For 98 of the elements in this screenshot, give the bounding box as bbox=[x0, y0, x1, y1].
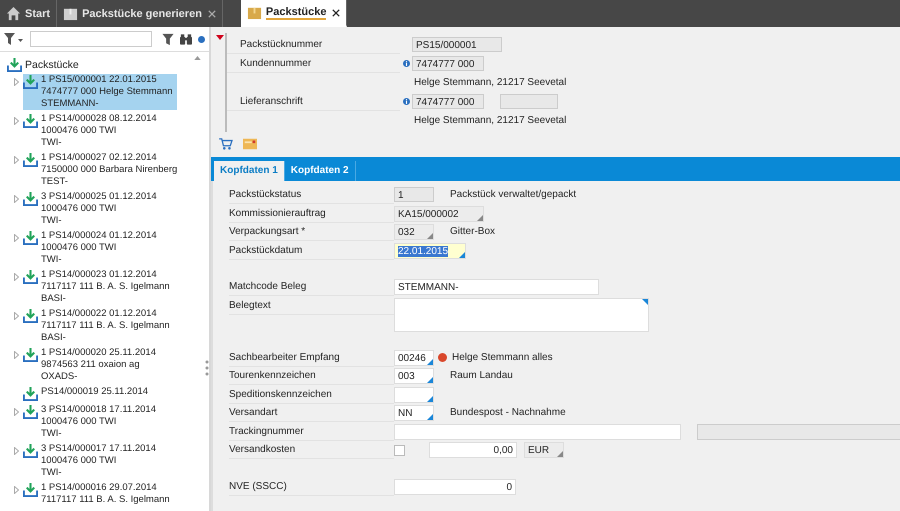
readonly-field: 1 bbox=[394, 187, 434, 202]
text-area[interactable] bbox=[394, 298, 649, 332]
address-text: Helge Stemmann, 21217 Seevetal bbox=[414, 115, 566, 126]
download-tray-icon bbox=[23, 443, 38, 458]
expand-icon[interactable] bbox=[14, 447, 19, 455]
filter-icon[interactable] bbox=[162, 32, 174, 46]
tree-item[interactable]: 1 PS14/000028 08.12.2014 1000476 000 TWI TWI- bbox=[23, 113, 177, 149]
field-label: Matchcode Beleg bbox=[229, 279, 394, 296]
text-field[interactable] bbox=[394, 424, 681, 440]
readonly-field: 7474777 000 bbox=[412, 94, 484, 109]
download-tray-icon bbox=[23, 269, 38, 284]
description-text: Gitter-Box bbox=[449, 225, 496, 239]
field-label: Packstückstatus bbox=[229, 187, 394, 204]
tree-root-label[interactable]: Packstücke bbox=[25, 58, 79, 70]
readonly-field bbox=[500, 94, 558, 109]
checkbox[interactable] bbox=[394, 445, 405, 456]
status-dot bbox=[198, 36, 205, 42]
description-text: Raum Landau bbox=[449, 369, 513, 383]
description-text: Packstück verwaltet/gepackt bbox=[449, 188, 576, 202]
field-label: Versandart bbox=[229, 405, 394, 422]
dropdown-field[interactable]: KA15/000002 bbox=[394, 206, 484, 222]
download-tray-icon bbox=[23, 404, 38, 419]
download-tray-icon bbox=[7, 57, 22, 72]
tree-item[interactable]: 3 PS14/000025 01.12.2014 1000476 000 TWI TWI- bbox=[23, 191, 177, 227]
lookup-field[interactable] bbox=[394, 386, 434, 402]
filter-dropdown-icon[interactable] bbox=[4, 32, 24, 46]
tree-item[interactable]: 1 PS14/000016 29.07.2014 7117117 111 B. A. S. Igelmann bbox=[23, 482, 177, 506]
tree-item[interactable]: 1 PS14/000020 25.11.2014 9874563 211 oxaion ag OXADS- bbox=[23, 347, 177, 383]
close-icon[interactable] bbox=[332, 8, 340, 16]
info-icon[interactable] bbox=[403, 60, 410, 67]
expand-icon[interactable] bbox=[14, 195, 19, 203]
download-tray-icon bbox=[23, 152, 38, 167]
box-icon bbox=[246, 5, 262, 20]
cart-icon[interactable] bbox=[219, 138, 233, 150]
envelope-icon[interactable] bbox=[243, 138, 257, 150]
field-label: Versandkosten bbox=[229, 442, 394, 459]
tree-item[interactable]: 3 PS14/000018 17.11.2014 1000476 000 TWI TWI- bbox=[23, 404, 177, 440]
tab[interactable]: Packstücke bbox=[240, 0, 348, 27]
expand-icon[interactable] bbox=[14, 351, 19, 359]
tree-item[interactable]: 1 PS14/000024 01.12.2014 1000476 000 TWI TWI- bbox=[23, 230, 177, 266]
dropdown-field[interactable]: 032 bbox=[394, 224, 434, 240]
download-tray-icon bbox=[23, 347, 38, 362]
expand-icon[interactable] bbox=[14, 408, 19, 416]
field-label: Kommissionierauftrag bbox=[229, 206, 394, 222]
field-label: Speditionskennzeichen bbox=[229, 386, 394, 404]
expand-icon[interactable] bbox=[14, 486, 19, 494]
field-label: Sachbearbeiter Empfang bbox=[229, 350, 394, 366]
text-field[interactable]: STEMMANN- bbox=[394, 279, 599, 295]
field-label: Tourenkennzeichen bbox=[229, 368, 394, 385]
field-label: Verpackungsart * bbox=[229, 224, 394, 241]
number-field[interactable]: 0 bbox=[394, 478, 516, 494]
lookup-field[interactable]: 00246 bbox=[394, 350, 434, 366]
expand-icon[interactable] bbox=[14, 156, 19, 164]
expand-icon[interactable] bbox=[14, 273, 19, 281]
download-tray-icon bbox=[23, 191, 38, 206]
download-tray-icon bbox=[23, 482, 38, 497]
binoculars-icon[interactable] bbox=[180, 32, 192, 46]
box-icon bbox=[63, 6, 78, 21]
expand-icon[interactable] bbox=[14, 312, 19, 320]
readonly-field: 7474777 000 bbox=[412, 56, 484, 71]
download-tray-icon bbox=[23, 230, 38, 245]
date-field[interactable]: 22.01.2015 bbox=[394, 242, 466, 258]
info-icon[interactable] bbox=[403, 98, 410, 105]
field-label: Lieferanschrift bbox=[227, 92, 400, 110]
field-label: Belegtext bbox=[229, 298, 394, 314]
currency-dropdown[interactable]: EUR bbox=[524, 442, 564, 458]
expand-icon[interactable] bbox=[14, 234, 19, 242]
tab[interactable]: Kopfdaten 2 bbox=[284, 161, 356, 181]
tree-item[interactable]: 1 PS15/000001 22.01.2015 7474777 000 Helge Stemmann STEMMANN- bbox=[23, 74, 177, 110]
lookup-field[interactable]: 003 bbox=[394, 368, 434, 384]
readonly-field: PS15/000001 bbox=[412, 37, 502, 52]
lookup-field[interactable]: NN bbox=[394, 405, 434, 421]
expand-icon[interactable] bbox=[14, 78, 19, 86]
field-label: NVE (SSCC) bbox=[229, 478, 394, 496]
amount-field[interactable]: 0,00 bbox=[429, 442, 517, 458]
tree-item[interactable]: 3 PS14/000017 17.11.2014 1000476 000 TWI TWI- bbox=[23, 443, 177, 479]
search-field[interactable] bbox=[30, 31, 152, 47]
home-icon bbox=[6, 6, 21, 21]
tree-item[interactable]: 1 PS14/000023 01.12.2014 7117117 111 B. A. S. Igelmann BASI- bbox=[23, 269, 177, 305]
splitter-handle-icon[interactable] bbox=[205, 360, 209, 376]
field-label: Packstückdatum bbox=[229, 242, 394, 260]
description-text: Bundespost - Nachnahme bbox=[449, 406, 566, 420]
expand-icon[interactable] bbox=[14, 117, 19, 125]
download-tray-icon bbox=[23, 113, 38, 128]
download-tray-icon bbox=[23, 74, 38, 89]
tree-item[interactable]: PS14/000019 25.11.2014 bbox=[23, 386, 177, 401]
download-tray-icon bbox=[23, 386, 38, 401]
description-text: Helge Stemmann alles bbox=[452, 350, 553, 364]
tree-item[interactable]: 1 PS14/000022 01.12.2014 7117117 111 B. A. S. Igelmann BASI- bbox=[23, 308, 177, 344]
field-label: Packstücknummer bbox=[227, 36, 400, 54]
address-text: Helge Stemmann, 21217 Seevetal bbox=[414, 77, 566, 88]
tree-item[interactable]: 1 PS14/000027 02.12.2014 7150000 000 Barbara Nirenberg TEST- bbox=[23, 152, 182, 188]
collapse-icon[interactable] bbox=[216, 35, 224, 40]
field-label: Kundennummer bbox=[227, 54, 400, 72]
download-tray-icon bbox=[23, 308, 38, 323]
field-label: Trackingnummer bbox=[229, 424, 394, 440]
scroll-up-icon[interactable] bbox=[194, 56, 201, 60]
tab[interactable]: Kopfdaten 1 bbox=[214, 161, 285, 181]
